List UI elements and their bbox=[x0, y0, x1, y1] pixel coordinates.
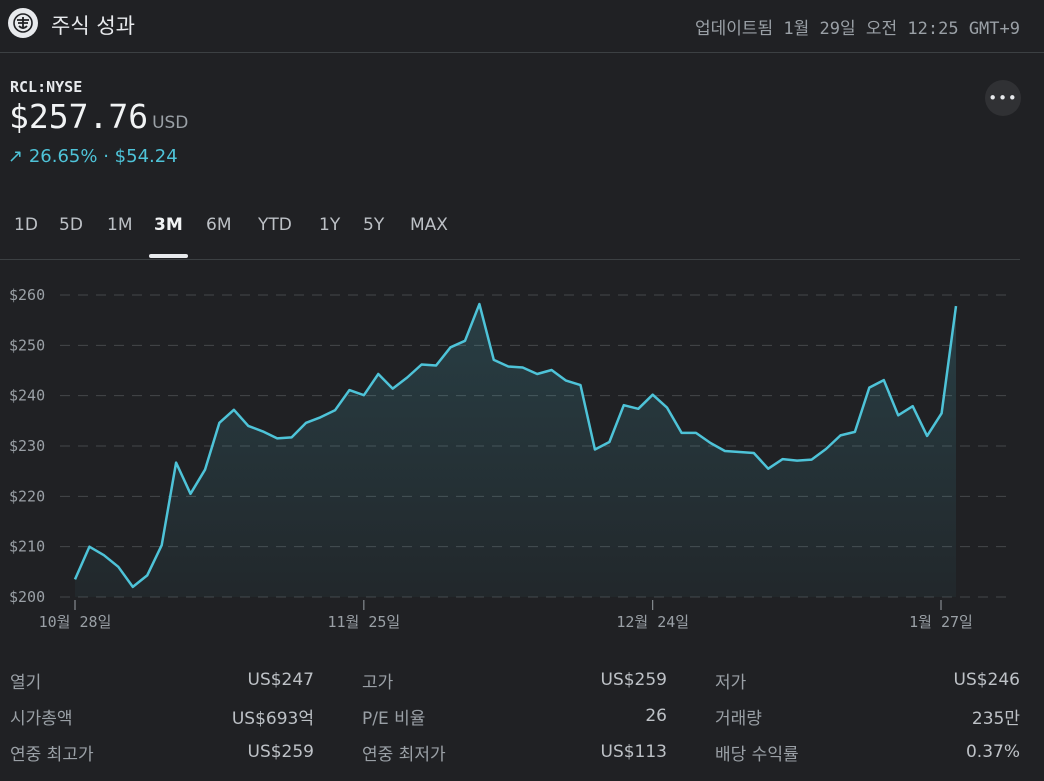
change-amount: $54.24 bbox=[114, 146, 178, 167]
stat-dividend-yield: 배당 수익률 0.37% bbox=[715, 737, 1020, 767]
x-tick-label: 1월 27일 bbox=[909, 613, 973, 631]
stat-value: US$259 bbox=[247, 742, 315, 762]
stat-label: P/E 비율 bbox=[362, 708, 426, 729]
x-tick-label: 10월 28일 bbox=[39, 613, 112, 631]
active-tab-indicator bbox=[149, 254, 188, 258]
y-tick-label: $250 bbox=[9, 336, 45, 354]
time-range-tabs: 1D 5D 1M 3M 6M YTD 1Y 5Y MAX bbox=[0, 203, 1020, 260]
price-row: $257.76 USD bbox=[9, 97, 188, 136]
stat-value: US$113 bbox=[600, 742, 668, 762]
current-price: $257.76 bbox=[9, 97, 149, 136]
stat-value: US$247 bbox=[247, 670, 315, 690]
x-tick-label: 12월 24일 bbox=[616, 613, 689, 631]
trend-up-icon: ↗ bbox=[8, 146, 24, 167]
stat-pe-ratio: P/E 비율 26 bbox=[362, 701, 667, 731]
stock-performance-panel: 주식 성과 업데이트됨 1월 29일 오전 12:25 GMT+9 RCL:NY… bbox=[0, 0, 1044, 781]
change-percent: 26.65% bbox=[28, 146, 98, 167]
ticker-symbol: RCL:NYSE bbox=[10, 78, 83, 96]
y-tick-label: $240 bbox=[9, 387, 45, 405]
stat-label: 연중 최저가 bbox=[362, 744, 446, 765]
y-tick-label: $230 bbox=[9, 437, 45, 455]
stat-value: 26 bbox=[645, 706, 667, 726]
stat-label: 고가 bbox=[362, 672, 394, 693]
change-separator: · bbox=[103, 146, 109, 167]
tab-3m[interactable]: 3M bbox=[154, 215, 183, 235]
y-tick-label: $260 bbox=[9, 286, 45, 304]
price-chart[interactable]: $260 $250 $240 $230 $220 $210 $200 10월 28일 11월 … bbox=[0, 260, 1044, 640]
more-options-button[interactable]: ••• bbox=[985, 80, 1021, 116]
tab-1y[interactable]: 1Y bbox=[319, 215, 340, 235]
x-tick-label: 11월 25일 bbox=[327, 613, 400, 631]
tab-1m[interactable]: 1M bbox=[107, 215, 132, 235]
updated-timestamp: 업데이트됨 1월 29일 오전 12:25 GMT+9 bbox=[695, 19, 1020, 39]
stat-market-cap: 시가총액 US$693억 bbox=[10, 701, 314, 731]
stat-open: 열기 US$247 bbox=[10, 665, 314, 695]
page-title: 주식 성과 bbox=[51, 14, 135, 38]
tab-1d[interactable]: 1D bbox=[14, 215, 38, 235]
stat-value: US$259 bbox=[600, 670, 668, 690]
y-tick-label: $200 bbox=[9, 588, 45, 606]
stat-52w-low: 연중 최저가 US$113 bbox=[362, 737, 667, 767]
tab-max[interactable]: MAX bbox=[410, 215, 448, 235]
stat-label: 연중 최고가 bbox=[10, 744, 94, 765]
stat-value: US$693억 bbox=[231, 708, 314, 729]
y-tick-label: $210 bbox=[9, 538, 45, 556]
stat-label: 열기 bbox=[10, 672, 42, 693]
stat-label: 배당 수익률 bbox=[715, 744, 799, 765]
currency-label: USD bbox=[152, 113, 189, 133]
stat-label: 저가 bbox=[715, 672, 747, 693]
ship-wheel-icon bbox=[8, 8, 38, 38]
price-change: ↗ 26.65% · $54.24 bbox=[8, 146, 178, 167]
stat-value: US$246 bbox=[953, 670, 1021, 690]
header: 주식 성과 업데이트됨 1월 29일 오전 12:25 GMT+9 bbox=[0, 0, 1044, 53]
tab-ytd[interactable]: YTD bbox=[258, 215, 292, 235]
stat-label: 시가총액 bbox=[10, 708, 73, 729]
stat-value: 0.37% bbox=[965, 742, 1020, 762]
stat-high: 고가 US$259 bbox=[362, 665, 667, 695]
y-tick-label: $220 bbox=[9, 487, 45, 505]
stat-volume: 거래량 235만 bbox=[715, 701, 1020, 731]
stat-value: 235만 bbox=[971, 708, 1020, 729]
stat-label: 거래량 bbox=[715, 708, 762, 729]
stat-low: 저가 US$246 bbox=[715, 665, 1020, 695]
more-icon: ••• bbox=[988, 89, 1018, 107]
tab-6m[interactable]: 6M bbox=[206, 215, 231, 235]
tab-5d[interactable]: 5D bbox=[59, 215, 83, 235]
tab-5y[interactable]: 5Y bbox=[363, 215, 384, 235]
stat-52w-high: 연중 최고가 US$259 bbox=[10, 737, 314, 767]
